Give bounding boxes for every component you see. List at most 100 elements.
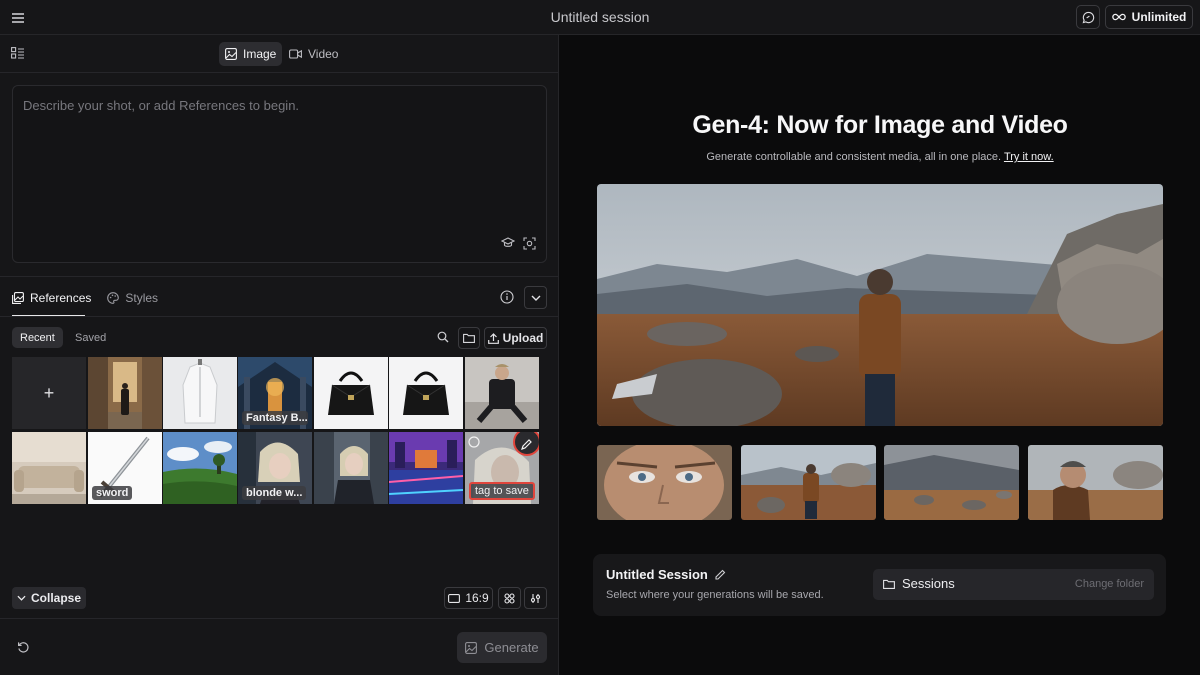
info-icon[interactable]	[500, 290, 516, 306]
collapse-button[interactable]: Collapse	[12, 587, 86, 609]
tab-styles-label: Styles	[125, 291, 159, 305]
filter-recent[interactable]: Recent	[12, 327, 63, 348]
thumbnail-3[interactable]	[884, 445, 1019, 520]
reference-thumbnail	[88, 357, 162, 429]
session-hint: Select where your generations will be sa…	[606, 589, 824, 601]
tab-image-label: Image	[243, 47, 277, 61]
image-icon	[465, 641, 478, 654]
tab-image[interactable]: Image	[219, 42, 283, 66]
reference-tile[interactable]: tag to save	[465, 432, 539, 504]
reference-thumbnail	[314, 357, 388, 429]
infinity-icon	[1111, 13, 1126, 21]
chevron-down-icon	[17, 595, 26, 601]
unlimited-label: Unlimited	[1131, 10, 1187, 24]
reference-tile[interactable]	[88, 357, 162, 429]
aspect-ratio-label: 16:9	[465, 591, 489, 605]
variations-button[interactable]	[498, 587, 521, 609]
top-bar: Untitled session Unlimited	[0, 0, 1200, 35]
chat-button[interactable]	[1076, 5, 1100, 29]
thumbnail-2[interactable]	[741, 445, 876, 520]
tab-references[interactable]: References	[12, 289, 91, 307]
prompt-input[interactable]: Describe your shot, or add References to…	[12, 85, 547, 263]
upload-icon	[487, 332, 499, 344]
add-reference-button[interactable]: +	[12, 357, 86, 429]
video-camera-icon	[289, 49, 302, 59]
hero-image	[597, 184, 1163, 426]
folder-icon	[883, 579, 895, 589]
reference-tile[interactable]	[314, 357, 388, 429]
reference-tile[interactable]	[163, 432, 237, 504]
generate-button[interactable]: Generate	[457, 632, 547, 663]
reference-tile[interactable]	[389, 432, 463, 504]
settings-button[interactable]	[524, 587, 547, 609]
tab-divider	[0, 316, 559, 317]
session-name[interactable]: Untitled Session	[606, 567, 726, 582]
tab-references-label: References	[30, 291, 92, 305]
reference-thumbnail	[314, 432, 388, 504]
reference-thumbnail	[12, 432, 86, 504]
folder-name: Sessions	[883, 576, 955, 591]
reference-tabs: References Styles	[12, 289, 158, 307]
footer-divider	[0, 618, 559, 619]
session-title[interactable]: Untitled session	[0, 9, 1200, 25]
folder-button[interactable]	[458, 327, 480, 349]
reference-tile-label: sword	[92, 486, 133, 500]
collapse-label: Collapse	[30, 591, 81, 605]
search-icon[interactable]	[437, 331, 449, 343]
reference-tile[interactable]	[465, 357, 539, 429]
hero-subtitle: Generate controllable and consistent med…	[560, 151, 1200, 163]
reference-thumbnail	[389, 357, 463, 429]
change-folder-button[interactable]: Change folder	[1075, 578, 1144, 590]
thumbnail-4[interactable]	[1028, 445, 1163, 520]
reference-tile-label: blonde w...	[242, 486, 307, 500]
folder-name-text: Sessions	[902, 576, 955, 591]
palette-icon	[107, 292, 120, 304]
left-panel: Image Video Describe your shot, or add R…	[0, 35, 559, 675]
reset-icon[interactable]	[17, 641, 30, 654]
prompt-tools	[501, 237, 536, 250]
reference-thumbnail	[465, 357, 539, 429]
chevron-down-icon	[531, 295, 540, 301]
thumbnail-1[interactable]	[597, 445, 732, 520]
reference-thumbnail	[389, 432, 463, 504]
folder-selector[interactable]: Sessions Change folder	[873, 569, 1154, 600]
right-panel: Gen-4: Now for Image and Video Generate …	[560, 35, 1200, 675]
reference-thumbnail	[163, 357, 237, 429]
folder-icon	[463, 333, 475, 343]
aspect-ratio-icon	[448, 593, 461, 603]
tab-styles[interactable]: Styles	[107, 289, 158, 307]
references-icon	[12, 292, 24, 304]
reference-thumbnail	[163, 432, 237, 504]
image-icon	[225, 48, 237, 60]
plus-icon: +	[43, 382, 55, 403]
pencil-icon[interactable]	[714, 569, 726, 581]
unlimited-button[interactable]: Unlimited	[1105, 5, 1193, 29]
focus-scan-icon[interactable]	[523, 237, 536, 250]
session-name-text: Untitled Session	[606, 567, 708, 582]
tab-video[interactable]: Video	[283, 42, 344, 66]
reference-tile[interactable]	[314, 432, 388, 504]
reference-tile-label: Fantasy B...	[242, 411, 308, 425]
tab-video-label: Video	[308, 47, 339, 61]
try-it-now-link[interactable]: Try it now.	[1004, 151, 1054, 163]
grid-four-icon	[504, 592, 515, 604]
reference-tile[interactable]	[163, 357, 237, 429]
expand-references-button[interactable]	[524, 286, 547, 309]
upload-button[interactable]: Upload	[484, 327, 547, 349]
filter-saved[interactable]: Saved	[67, 327, 114, 348]
reference-tile[interactable]: sword	[88, 432, 162, 504]
hero-title: Gen-4: Now for Image and Video	[692, 111, 1068, 139]
reference-tile[interactable]	[12, 432, 86, 504]
sliders-icon	[530, 593, 541, 603]
hero-subtitle-text: Generate controllable and consistent med…	[706, 151, 1002, 163]
reference-tile[interactable]	[389, 357, 463, 429]
reference-tile[interactable]: blonde w...	[238, 432, 312, 504]
upload-label: Upload	[502, 331, 544, 345]
reference-tile[interactable]: Fantasy B...	[238, 357, 312, 429]
graduation-cap-icon[interactable]	[501, 237, 515, 249]
session-card: Untitled Session Select where your gener…	[593, 554, 1166, 616]
section-divider	[0, 276, 559, 277]
reference-tile-label: tag to save	[469, 482, 535, 500]
aspect-ratio-button[interactable]: 16:9	[444, 587, 493, 609]
layout-toggle-icon[interactable]	[11, 47, 24, 59]
